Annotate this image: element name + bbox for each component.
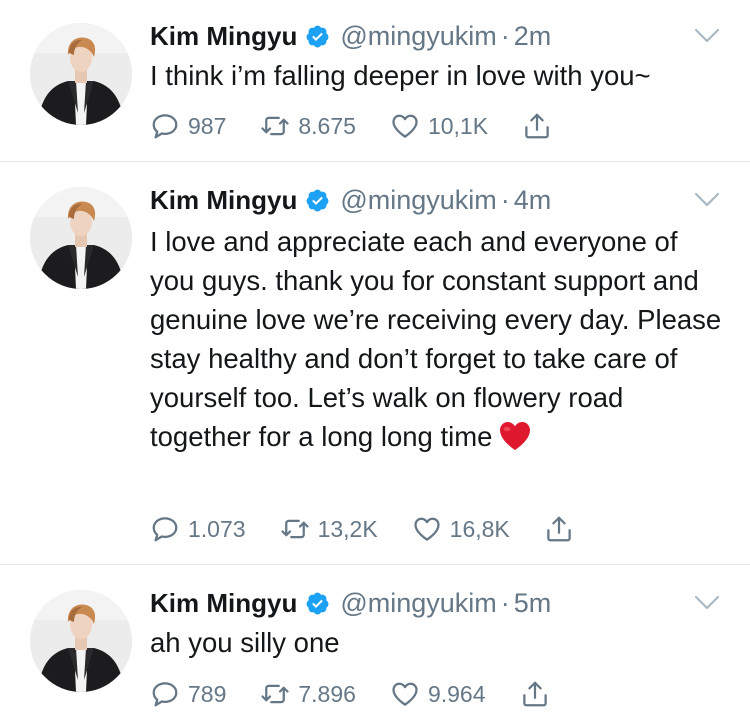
- tweet-text: I love and appreciate each and everyone …: [150, 222, 725, 456]
- retweet-icon: [260, 679, 290, 709]
- tweet-header: Kim Mingyu @mingyukim · 2m: [150, 18, 551, 54]
- retweet-count: 13,2K: [317, 515, 378, 542]
- reply-icon: [150, 514, 180, 544]
- verified-badge-icon: [305, 591, 330, 616]
- share-icon: [544, 514, 574, 544]
- chevron-down-icon[interactable]: [694, 593, 720, 613]
- tweet-1[interactable]: Kim Mingyu @mingyukim · 2m I think i’m f…: [0, 18, 750, 158]
- retweet-button[interactable]: 13,2K: [280, 514, 378, 544]
- reply-button[interactable]: 987: [150, 111, 226, 141]
- divider: [0, 161, 750, 162]
- share-button[interactable]: [520, 679, 550, 709]
- red-heart-emoji-icon: [498, 420, 532, 452]
- like-icon: [390, 111, 420, 141]
- retweet-count: 8.675: [298, 112, 356, 139]
- like-count: 10,1K: [427, 112, 489, 139]
- separator: ·: [500, 587, 510, 618]
- tweet-2[interactable]: Kim Mingyu @mingyukim · 4m I love and ap…: [0, 182, 750, 562]
- avatar[interactable]: [30, 187, 132, 289]
- like-count: 9.964: [427, 680, 486, 707]
- author-name[interactable]: Kim Mingyu: [150, 185, 297, 216]
- verified-badge-icon: [305, 24, 330, 49]
- verified-badge-icon: [305, 188, 330, 213]
- author-handle[interactable]: @mingyukim: [340, 21, 496, 52]
- reply-icon: [150, 679, 180, 709]
- author-name[interactable]: Kim Mingyu: [150, 21, 297, 52]
- tweet-header: Kim Mingyu @mingyukim · 4m: [150, 182, 551, 218]
- timestamp[interactable]: 2m: [514, 21, 552, 52]
- share-icon: [522, 111, 552, 141]
- like-button[interactable]: 10,1K: [390, 111, 488, 141]
- tweet-actions: 1.073 13,2K 16,8K: [150, 512, 608, 546]
- like-icon: [412, 514, 442, 544]
- author-handle[interactable]: @mingyukim: [340, 588, 496, 619]
- timestamp[interactable]: 5m: [514, 588, 552, 619]
- reply-count: 987: [188, 112, 227, 139]
- avatar-image: [30, 23, 132, 125]
- like-button[interactable]: 16,8K: [412, 514, 510, 544]
- like-button[interactable]: 9.964: [390, 679, 486, 709]
- tweet-text: ah you silly one: [150, 627, 340, 658]
- reply-button[interactable]: 1.073: [150, 514, 246, 544]
- tweet-3[interactable]: Kim Mingyu @mingyukim · 5m ah you silly …: [0, 585, 750, 725]
- avatar[interactable]: [30, 590, 132, 692]
- timestamp[interactable]: 4m: [514, 185, 552, 216]
- share-icon: [520, 679, 550, 709]
- share-button[interactable]: [544, 514, 574, 544]
- retweet-icon: [260, 111, 290, 141]
- like-icon: [390, 679, 420, 709]
- avatar-image: [30, 590, 132, 692]
- tweet-text-body: I love and appreciate each and everyone …: [150, 226, 722, 452]
- tweet-header: Kim Mingyu @mingyukim · 5m: [150, 585, 551, 621]
- reply-count: 789: [188, 680, 227, 707]
- avatar-image: [30, 187, 132, 289]
- tweet-actions: 987 8.675 10,1K: [150, 109, 586, 143]
- separator: ·: [500, 184, 510, 215]
- author-name[interactable]: Kim Mingyu: [150, 588, 297, 619]
- reply-count: 1.073: [188, 515, 246, 542]
- like-count: 16,8K: [449, 515, 510, 542]
- avatar[interactable]: [30, 23, 132, 125]
- tweet-actions: 789 7.896 9.964: [150, 677, 584, 711]
- retweet-button[interactable]: 7.896: [260, 679, 356, 709]
- reply-button[interactable]: 789: [150, 679, 226, 709]
- divider: [0, 564, 750, 565]
- chevron-down-icon[interactable]: [694, 190, 720, 210]
- tweet-text: I think i’m falling deeper in love with …: [150, 60, 651, 91]
- separator: ·: [500, 20, 510, 51]
- author-handle[interactable]: @mingyukim: [340, 185, 496, 216]
- reply-icon: [150, 111, 180, 141]
- retweet-count: 7.896: [298, 680, 356, 707]
- chevron-down-icon[interactable]: [694, 26, 720, 46]
- retweet-button[interactable]: 8.675: [260, 111, 356, 141]
- retweet-icon: [280, 514, 310, 544]
- share-button[interactable]: [522, 111, 552, 141]
